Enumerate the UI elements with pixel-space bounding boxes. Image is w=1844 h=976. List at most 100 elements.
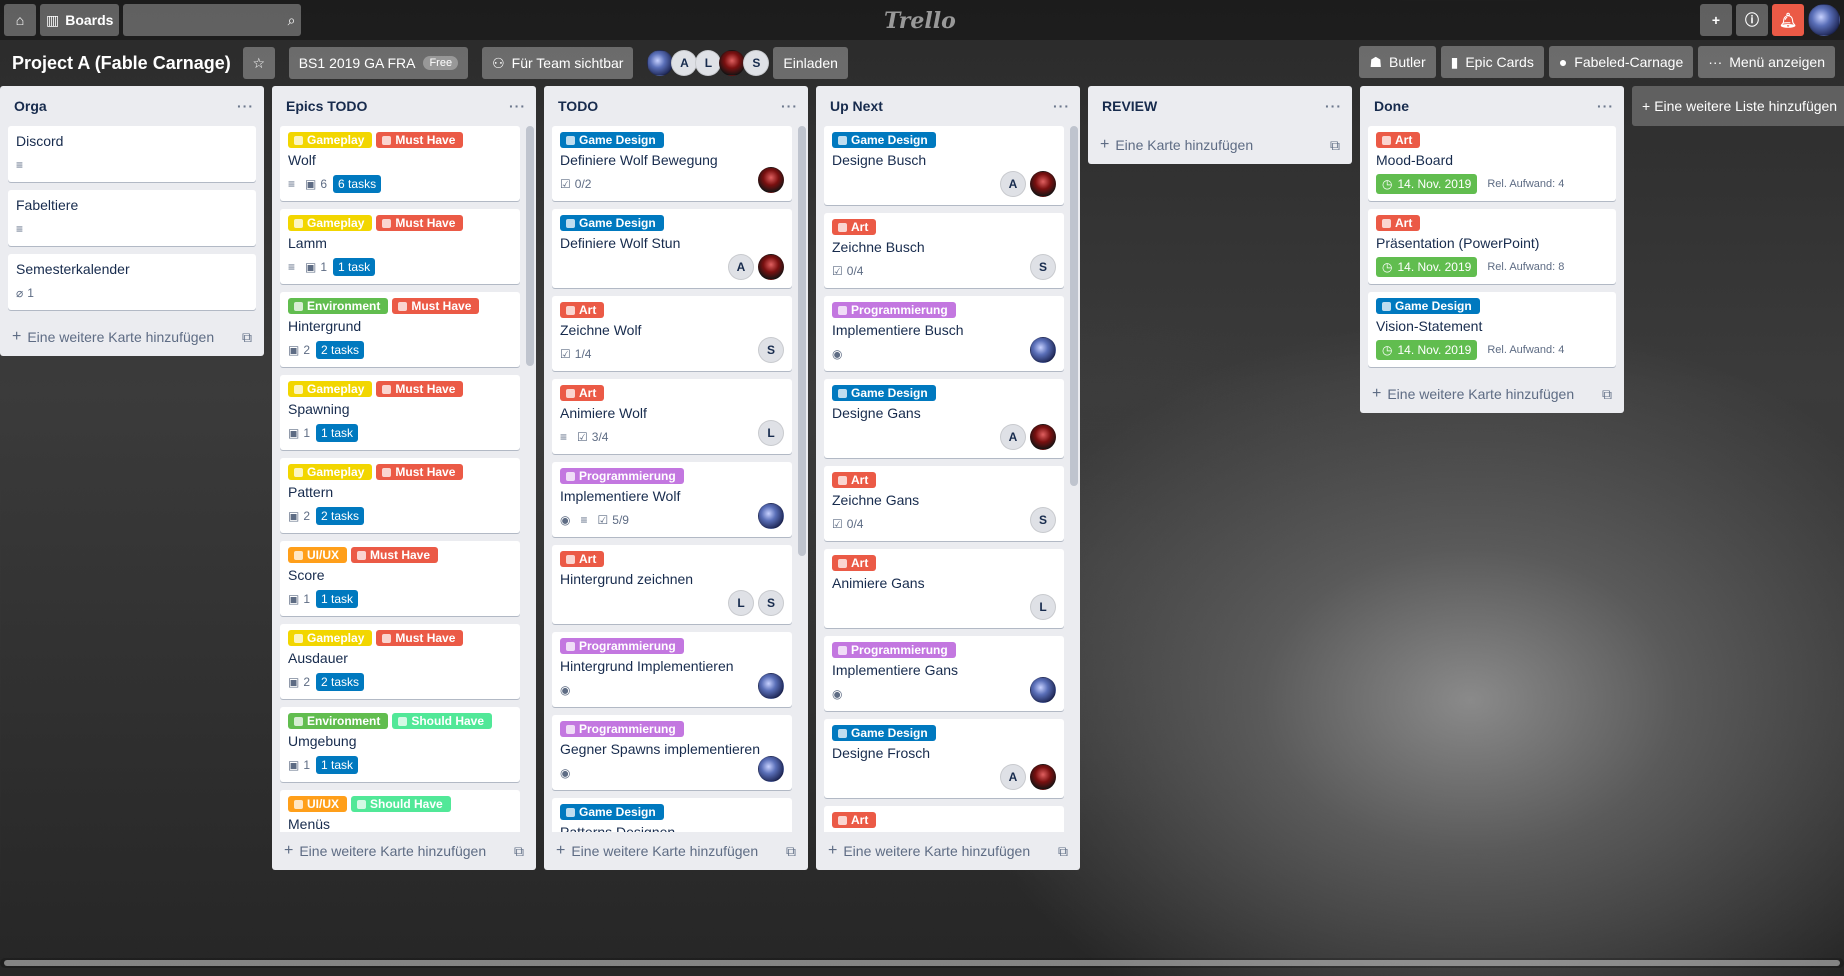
list-scrollbar[interactable] <box>798 126 806 556</box>
list-title[interactable]: Orga <box>14 98 47 114</box>
user-avatar[interactable] <box>1808 4 1840 36</box>
card[interactable]: Game Design Vision-Statement ◷ 14. Nov. 201… <box>1368 292 1616 367</box>
card-label[interactable]: Programmierung <box>560 468 684 484</box>
card-label[interactable]: Programmierung <box>832 302 956 318</box>
tasks-badge[interactable]: 1 task <box>316 590 359 608</box>
card-label[interactable]: Game Design <box>832 385 936 401</box>
add-card-button[interactable]: + Eine weitere Karte hinzufügen ⧉ <box>544 832 808 870</box>
card-label[interactable]: Gameplay <box>288 464 373 480</box>
card[interactable]: Gameplay Must Have Ausdauer ▣ 2 2 tasks <box>280 624 520 699</box>
card-label[interactable]: Gameplay <box>288 215 373 231</box>
card-label[interactable]: Must Have <box>376 132 464 148</box>
card-label[interactable]: Environment <box>288 713 389 729</box>
card[interactable]: Semesterkalender ⌀ 1 <box>8 254 256 310</box>
card[interactable]: Art Zeichne Wolf S ☑ 1/4 <box>552 296 792 371</box>
card-label[interactable]: Game Design <box>560 132 664 148</box>
member-avatar[interactable]: L <box>695 50 722 76</box>
list-scrollbar[interactable] <box>526 126 534 366</box>
card[interactable]: Art Mood-Board ◷ 14. Nov. 2019 Rel. Aufwand:… <box>1368 126 1616 201</box>
card-label[interactable]: Game Design <box>560 215 664 231</box>
card-label[interactable]: Game Design <box>832 725 936 741</box>
card[interactable]: Gameplay Must Have Lamm ≡ ▣ 1 1 task <box>280 209 520 284</box>
card[interactable]: Art Animiere Gans L <box>824 549 1064 628</box>
card-label[interactable]: Must Have <box>351 547 439 563</box>
tasks-badge[interactable]: 1 task <box>333 258 376 276</box>
member-avatar[interactable] <box>758 673 784 699</box>
card-label[interactable]: Environment <box>288 298 389 314</box>
home-button[interactable]: ⌂ <box>4 4 36 36</box>
tasks-badge[interactable]: 2 tasks <box>316 507 365 525</box>
member-avatar[interactable]: L <box>728 590 754 616</box>
card-label[interactable]: Art <box>832 472 877 488</box>
card-label[interactable]: Should Have <box>392 713 493 729</box>
card[interactable]: Gameplay Must Have Wolf ≡ ▣ 6 6 tasks <box>280 126 520 201</box>
card[interactable]: UI/UX Must Have Score ▣ 1 1 task <box>280 541 520 616</box>
card[interactable]: UI/UXShould HaveMenüs▣22 tasks <box>280 790 520 832</box>
card[interactable]: Game Design Definiere Wolf Stun A <box>552 209 792 288</box>
member-avatar[interactable] <box>1030 677 1056 703</box>
card[interactable]: Programmierung Implementiere Wolf ◉ ≡ ☑ 5/9 <box>552 462 792 537</box>
card[interactable]: Fabeltiere ≡ <box>8 190 256 246</box>
card-label[interactable]: Art <box>832 812 877 828</box>
create-button[interactable]: + <box>1700 4 1732 36</box>
list-menu-icon[interactable]: ··· <box>237 98 254 114</box>
member-avatar[interactable]: S <box>743 50 770 76</box>
add-card-button[interactable]: + Eine Karte hinzufügen ⧉ <box>1088 126 1352 164</box>
list-menu-icon[interactable]: ··· <box>1325 98 1342 114</box>
member-avatar[interactable] <box>1030 424 1056 450</box>
boards-button[interactable]: ▥ Boards <box>40 4 120 36</box>
card-label[interactable]: UI/UX <box>288 796 348 812</box>
member-avatar[interactable]: S <box>1030 507 1056 533</box>
card-label[interactable]: Gameplay <box>288 132 373 148</box>
list-title[interactable]: TODO <box>558 98 598 114</box>
member-avatar[interactable] <box>647 50 674 76</box>
card[interactable]: Environment Must Have Hintergrund ▣ 2 2 tasks <box>280 292 520 367</box>
card-label[interactable]: Game Design <box>1376 298 1480 314</box>
card[interactable]: Art Hintergrund zeichnen L S <box>552 545 792 624</box>
card-label[interactable]: Programmierung <box>560 638 684 654</box>
tasks-badge[interactable]: 1 task <box>316 424 359 442</box>
card-label[interactable]: Should Have <box>351 796 451 812</box>
card-label[interactable]: Art <box>832 555 877 571</box>
card-label[interactable]: Art <box>1376 215 1421 231</box>
card[interactable]: Art Animiere Wolf L ≡ ☑ 3/4 <box>552 379 792 454</box>
notifications-button[interactable]: 🔔︎ <box>1772 4 1804 36</box>
card-label[interactable]: Programmierung <box>560 721 684 737</box>
add-card-button[interactable]: + Eine weitere Karte hinzufügen ⧉ <box>1360 375 1624 413</box>
card[interactable]: Game Design Designe Gans A <box>824 379 1064 458</box>
visibility-button[interactable]: ⚇ Für Team sichtbar <box>482 47 634 79</box>
tasks-badge[interactable]: 1 task <box>316 756 359 774</box>
list-title[interactable]: Up Next <box>830 98 883 114</box>
member-avatar[interactable] <box>1030 764 1056 790</box>
member-avatar[interactable]: A <box>1000 764 1026 790</box>
member-avatar[interactable]: L <box>1030 594 1056 620</box>
card-label[interactable]: Programmierung <box>832 642 956 658</box>
add-card-button[interactable]: + Eine weitere Karte hinzufügen ⧉ <box>816 832 1080 870</box>
card[interactable]: Art Animiere Frosch <box>824 806 1064 832</box>
member-avatar[interactable] <box>758 503 784 529</box>
member-avatar[interactable]: A <box>671 50 698 76</box>
member-avatar[interactable]: A <box>728 254 754 280</box>
list-menu-icon[interactable]: ··· <box>509 98 526 114</box>
epic-cards-button[interactable]: ▮ Epic Cards <box>1440 46 1544 78</box>
member-avatar[interactable] <box>1030 337 1056 363</box>
card-label[interactable]: Must Have <box>376 630 464 646</box>
template-icon[interactable]: ⧉ <box>1330 137 1340 154</box>
card[interactable]: Game Design Definiere Wolf Bewegung ☑ 0/2 <box>552 126 792 201</box>
card-label[interactable]: Must Have <box>376 381 464 397</box>
star-button[interactable]: ☆ <box>242 47 275 79</box>
card-label[interactable]: Art <box>1376 132 1421 148</box>
template-icon[interactable]: ⧉ <box>1602 386 1612 403</box>
card-label[interactable]: Game Design <box>832 132 936 148</box>
list-title[interactable]: REVIEW <box>1102 98 1157 114</box>
member-avatar[interactable] <box>758 254 784 280</box>
card[interactable]: Environment Should Have Umgebung ▣ 1 1 task <box>280 707 520 782</box>
list-scrollbar[interactable] <box>1070 126 1078 486</box>
card[interactable]: Game Design Patterns Designen <box>552 798 792 832</box>
card[interactable]: Art Zeichne Busch S ☑ 0/4 <box>824 213 1064 288</box>
list-title[interactable]: Epics TODO <box>286 98 367 114</box>
card[interactable]: Programmierung Implementiere Gans ◉ <box>824 636 1064 711</box>
tasks-badge[interactable]: 6 tasks <box>333 175 382 193</box>
card[interactable]: Programmierung Gegner Spawns implementier… <box>552 715 792 790</box>
card[interactable]: Programmierung Implementiere Busch ◉ <box>824 296 1064 371</box>
